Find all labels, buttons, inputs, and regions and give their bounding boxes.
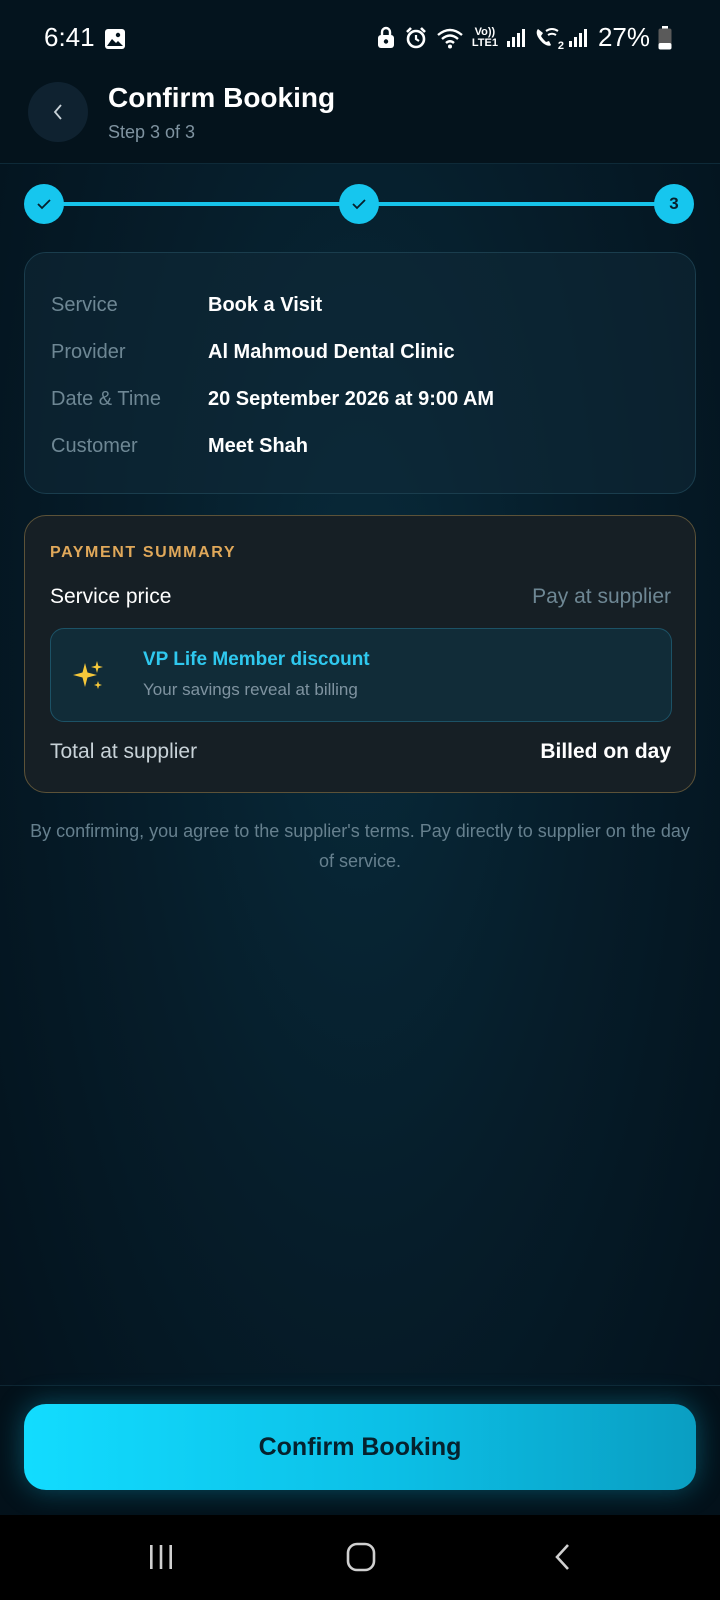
detail-value: Meet Shah [208,434,309,457]
detail-row-provider: Provider Al Mahmoud Dental Clinic [51,337,455,367]
network-label-bottom: LTE1 [471,36,498,49]
service-price-value: Pay at supplier [532,585,671,608]
payment-summary-heading: PAYMENT SUMMARY [50,544,237,561]
detail-value: Al Mahmoud Dental Clinic [208,340,455,363]
check-icon [352,199,366,210]
alarm-icon [405,26,426,48]
detail-value: 20 September 2026 at 9:00 AM [208,387,495,410]
terms-text: By confirming, you agree to the supplier… [30,821,690,871]
progress-stepper: 3 [24,182,696,226]
signal-icon [568,28,587,47]
wifi-icon [437,28,463,48]
step-connector-2 [358,202,676,206]
step-1-complete [24,184,64,224]
home-icon [346,1542,376,1572]
detail-row-datetime: Date & Time 20 September 2026 at 9:00 AM [51,384,494,414]
system-nav-bar [0,1515,720,1600]
gallery-icon [105,29,125,49]
discount-subtitle: Your savings reveal at billing [143,680,358,699]
page-subtitle: Step 3 of 3 [108,122,196,142]
discount-title: VP Life Member discount [143,649,370,670]
step-2-complete [339,184,379,224]
total-value: Billed on day [540,740,671,763]
recents-icon [150,1545,172,1569]
booking-details-card: Service Book a Visit Provider Al Mahmoud… [24,252,696,494]
step-connector-1 [44,202,358,206]
service-price-label: Service price [50,585,172,608]
detail-row-customer: Customer Meet Shah [51,431,308,461]
detail-value: Book a Visit [208,293,323,316]
sim2-label: 2 [557,39,564,52]
battery-icon [658,25,672,49]
detail-label: Provider [51,340,126,363]
detail-label: Service [51,293,118,316]
recents-button[interactable] [131,1535,191,1579]
status-icons: Vo)) LTE1 2 27% [376,22,672,53]
confirm-booking-button[interactable]: Confirm Booking [24,1404,696,1490]
network-label-top: Vo)) [474,25,496,38]
back-button[interactable] [28,82,88,142]
step-3-current: 3 [654,184,694,224]
app-header: Confirm Booking Step 3 of 3 [0,60,720,164]
status-time: 6:41 [44,22,95,52]
detail-label: Customer [51,434,138,457]
wifi-calling-group: 2 [534,26,564,52]
system-back-button[interactable] [533,1535,593,1579]
signal-icon [506,28,525,47]
check-icon [37,199,51,210]
member-discount-box: VP Life Member discount Your savings rev… [50,628,672,722]
back-icon [555,1544,569,1570]
detail-label: Date & Time [51,387,162,410]
network-type: Vo)) LTE1 [471,25,498,49]
detail-row-service: Service Book a Visit [51,290,322,320]
home-button[interactable] [331,1535,391,1579]
lock-shield-icon [377,26,394,48]
status-bar: 6:41 Vo)) LTE1 2 27% [0,0,720,60]
chevron-left-icon [53,104,62,120]
sparkle-icon [73,661,103,689]
page-title: Confirm Booking [108,82,336,113]
wifi-calling-icon [536,27,559,46]
payment-summary-card: PAYMENT SUMMARY Service price Pay at sup… [24,515,696,793]
total-label: Total at supplier [50,740,198,763]
battery-percent: 27% [597,22,650,52]
